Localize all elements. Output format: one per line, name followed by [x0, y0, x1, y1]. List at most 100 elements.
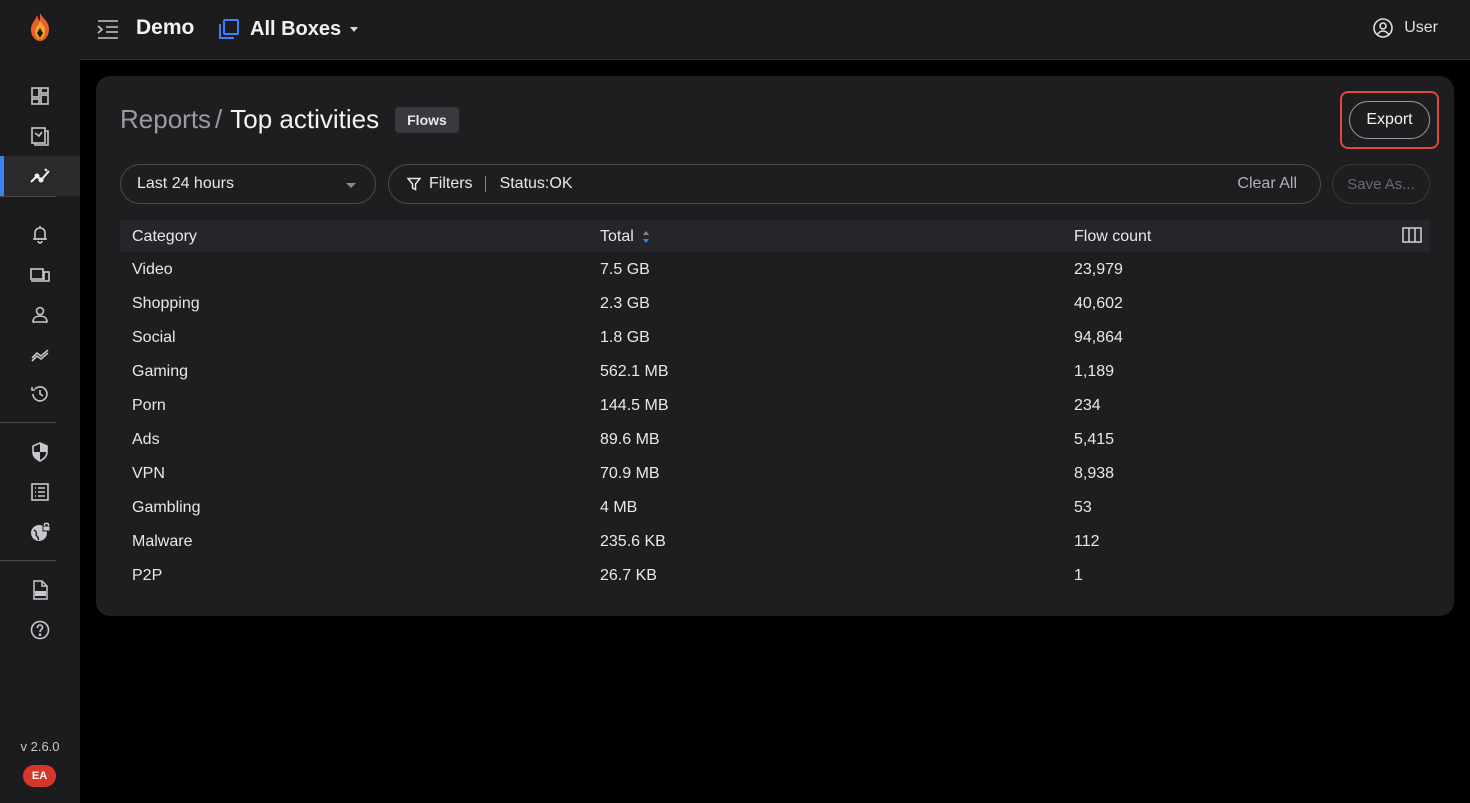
time-range-value: Last 24 hours [137, 175, 234, 192]
columns-icon[interactable] [1402, 227, 1422, 243]
save-as-button[interactable]: Save As... [1332, 164, 1430, 204]
devices-icon [30, 268, 50, 282]
bell-icon [33, 226, 47, 244]
cell-category: Social [132, 329, 176, 346]
history-icon [31, 386, 48, 402]
cell-category: Ads [132, 431, 160, 448]
user-menu[interactable]: User [1372, 17, 1438, 39]
table-row[interactable]: Gambling 4 MB 53 [120, 490, 1430, 524]
nav-network[interactable] [0, 512, 80, 552]
nav-api[interactable] [0, 570, 80, 610]
nav-separator [0, 560, 56, 561]
sidebar: v 2.6.0 EA [0, 0, 80, 803]
table-row[interactable]: P2P 26.7 KB 1 [120, 558, 1430, 592]
box-selector[interactable]: All Boxes [218, 16, 359, 42]
user-icon [32, 306, 48, 323]
sort-icon[interactable] [642, 230, 650, 244]
cell-flow-count: 234 [1074, 397, 1101, 414]
account-circle-icon [1373, 18, 1394, 38]
export-button[interactable]: Export [1349, 101, 1430, 139]
cell-total: 2.3 GB [600, 295, 650, 312]
nav-rules[interactable] [0, 472, 80, 512]
nav-security[interactable] [0, 432, 80, 472]
shield-icon [32, 442, 48, 462]
trends-icon [31, 349, 49, 362]
nav-history[interactable] [0, 374, 80, 414]
filters-label: Filters [429, 175, 473, 192]
boxes-icon [219, 19, 239, 39]
table-row[interactable]: Ads 89.6 MB 5,415 [120, 422, 1430, 456]
top-bar: Demo All Boxes User [80, 0, 1470, 60]
table-row[interactable]: VPN 70.9 MB 8,938 [120, 456, 1430, 490]
firewalla-logo-icon[interactable] [27, 12, 53, 42]
menu-collapse-icon[interactable] [96, 18, 120, 40]
nav-separator [0, 196, 56, 197]
nav-devices-list[interactable] [0, 116, 80, 156]
table-row[interactable]: Shopping 2.3 GB 40,602 [120, 286, 1430, 320]
version-label: v 2.6.0 [20, 739, 60, 754]
cell-total: 70.9 MB [600, 465, 660, 482]
cell-flow-count: 5,415 [1074, 431, 1115, 448]
nav-alarms[interactable] [0, 214, 80, 254]
cell-flow-count: 1,189 [1074, 363, 1115, 380]
page-title: Top activities [230, 104, 380, 134]
table-row[interactable]: Gaming 562.1 MB 1,189 [120, 354, 1430, 388]
breadcrumb: Reports / Top activities Flows [120, 104, 459, 135]
cell-category: Gaming [132, 363, 189, 380]
nav-reports[interactable] [0, 156, 80, 196]
cell-category: P2P [132, 567, 163, 584]
dropdown-arrow-icon [346, 183, 356, 188]
user-label: User [1404, 19, 1438, 36]
cell-total: 235.6 KB [600, 533, 666, 550]
cell-total: 26.7 KB [600, 567, 657, 584]
table-header: Category Total Flow count [120, 220, 1430, 252]
filters-button[interactable]: Filters [407, 175, 473, 193]
box-selector-label: All Boxes [250, 17, 342, 40]
table-body: Video 7.5 GB 23,979 Shopping 2.3 GB 40,602 Soc… [120, 252, 1430, 592]
nav-dashboard[interactable] [0, 76, 80, 116]
globe-lock-icon [31, 522, 51, 541]
devices-list-icon [31, 127, 49, 146]
cell-total: 1.8 GB [600, 329, 650, 346]
column-header-total[interactable]: Total [600, 228, 650, 246]
nav-help[interactable] [0, 610, 80, 650]
column-header-flow-count[interactable]: Flow count [1074, 228, 1151, 246]
report-type-badge: Flows [395, 106, 459, 133]
cell-flow-count: 1 [1074, 567, 1083, 584]
cell-category: Gambling [132, 499, 201, 516]
breadcrumb-reports-link[interactable]: Reports [120, 104, 211, 135]
time-range-select[interactable]: Last 24 hours [120, 164, 376, 204]
cell-flow-count: 53 [1074, 499, 1092, 516]
app-title: Demo [136, 16, 195, 39]
chevron-down-icon [350, 26, 359, 32]
early-access-badge: EA [23, 765, 56, 787]
cell-flow-count: 23,979 [1074, 261, 1123, 278]
breadcrumb-separator: / [215, 104, 223, 134]
cell-total: 562.1 MB [600, 363, 669, 380]
cell-flow-count: 112 [1074, 533, 1100, 550]
report-card: Reports / Top activities Flows Export La… [96, 76, 1454, 616]
cell-total: 89.6 MB [600, 431, 660, 448]
filter-bar: Filters Status:OK Clear All [388, 164, 1321, 204]
activities-table: Category Total Flow count Video 7.5 GB 23,… [120, 220, 1430, 592]
cell-category: Shopping [132, 295, 200, 312]
filter-chip-status[interactable]: Status:OK [500, 175, 573, 193]
table-row[interactable]: Malware 235.6 KB 112 [120, 524, 1430, 558]
nav-devices[interactable] [0, 254, 80, 294]
table-row[interactable]: Social 1.8 GB 94,864 [120, 320, 1430, 354]
cell-category: Porn [132, 397, 166, 414]
cell-flow-count: 8,938 [1074, 465, 1115, 482]
table-row[interactable]: Porn 144.5 MB 234 [120, 388, 1430, 422]
dashboard-icon [31, 87, 49, 105]
nav-trends[interactable] [0, 334, 80, 374]
nav-users[interactable] [0, 294, 80, 334]
reports-icon [30, 168, 50, 183]
table-row[interactable]: Video 7.5 GB 23,979 [120, 252, 1430, 286]
clear-all-button[interactable]: Clear All [1237, 175, 1297, 193]
column-header-category[interactable]: Category [132, 228, 197, 246]
nav-separator [0, 422, 56, 423]
cell-flow-count: 94,864 [1074, 329, 1123, 346]
cell-total: 144.5 MB [600, 397, 669, 414]
cell-category: VPN [132, 465, 165, 482]
filter-divider [484, 176, 486, 192]
